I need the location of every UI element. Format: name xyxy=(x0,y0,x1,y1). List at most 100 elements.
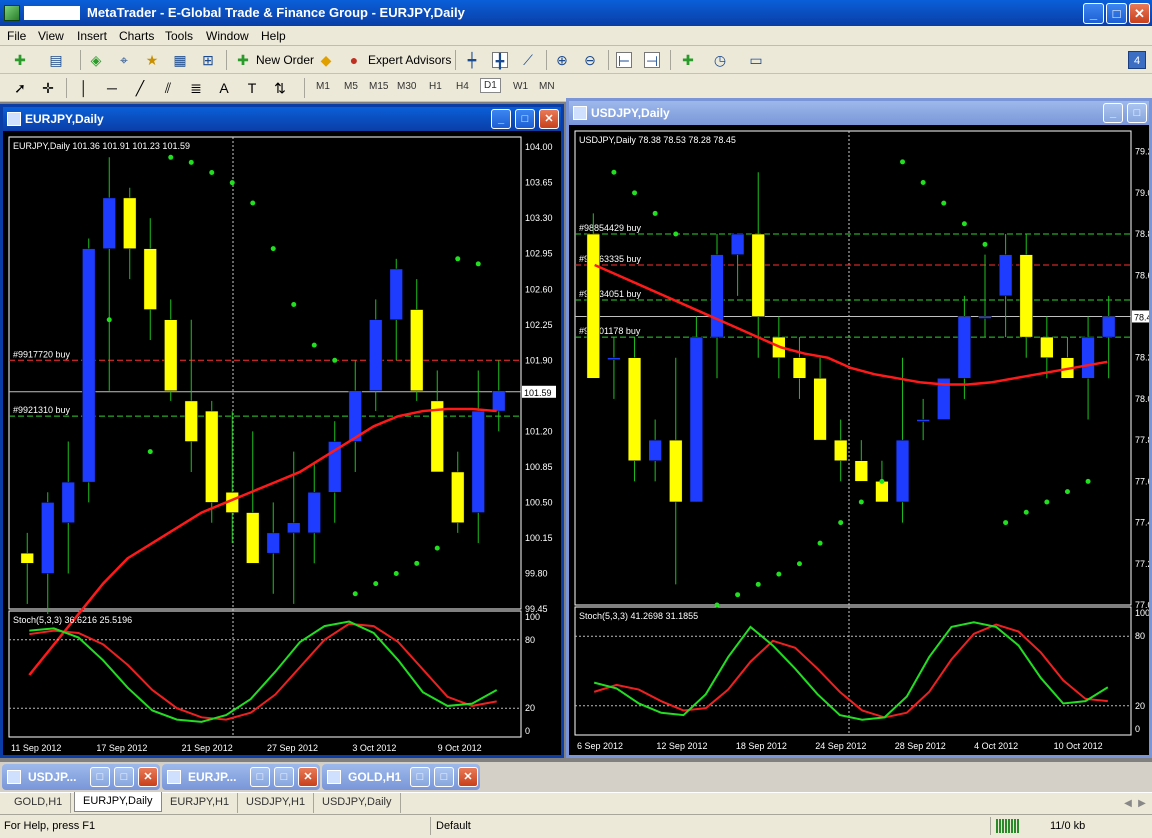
parabolic-sar-dot xyxy=(352,591,358,597)
close-button[interactable]: ✕ xyxy=(138,767,158,787)
chart-close-button[interactable]: ✕ xyxy=(539,109,559,129)
metaeditor-icon[interactable]: ◆ xyxy=(318,52,334,68)
arrows-icon[interactable]: ⇅ xyxy=(272,80,288,96)
maximize-button[interactable]: □ xyxy=(274,767,294,787)
new-order-button[interactable]: New Order xyxy=(256,53,314,67)
date-axis-label: 6 Sep 2012 xyxy=(577,741,623,751)
tab-usdjpy-daily[interactable]: USDJPY,Daily xyxy=(314,793,401,813)
menu-file[interactable]: File xyxy=(7,29,26,43)
close-button[interactable]: ✕ xyxy=(298,767,318,787)
maximize-button[interactable]: □ xyxy=(114,767,134,787)
candle-body xyxy=(123,197,137,249)
chart-maximize-button[interactable]: □ xyxy=(515,109,535,129)
indicators-icon[interactable]: ✚ xyxy=(680,52,696,68)
stoch-panel-border xyxy=(574,606,1132,736)
restore-button[interactable]: □ xyxy=(250,767,270,787)
chart-window-usdjpy[interactable]: USDJPY,Daily _ □ 79.2 79.0 78.8 78.6 78.4 78.… xyxy=(566,98,1152,758)
price-tick-label: 102.25 xyxy=(525,320,553,330)
navigator-icon[interactable]: ★ xyxy=(144,52,160,68)
usdjpy-chart-canvas[interactable]: 79.2 79.0 78.8 78.6 78.4 78.2 78.0 77.8 77.6 77.4… xyxy=(569,125,1149,755)
menu-bar: File View Insert Charts Tools Window Hel… xyxy=(0,26,1152,46)
timeframe-m30[interactable]: M30 xyxy=(397,81,416,92)
candlestick-chart-icon[interactable]: ╋ xyxy=(492,52,508,69)
chart-window-titlebar[interactable]: USDJPY,Daily _ □ xyxy=(569,101,1149,125)
maximize-button[interactable]: □ xyxy=(434,767,454,787)
templates-icon[interactable]: ▭ xyxy=(748,52,764,68)
text-label-icon[interactable]: T xyxy=(244,80,260,96)
chart-minimize-button[interactable]: _ xyxy=(491,109,511,129)
expert-advisors-button[interactable]: Expert Advisors xyxy=(368,53,451,67)
text-icon[interactable]: A xyxy=(216,80,232,96)
menu-tools[interactable]: Tools xyxy=(165,29,193,43)
timeframe-h4[interactable]: H4 xyxy=(456,81,469,92)
timeframe-m5[interactable]: M5 xyxy=(344,81,358,92)
eurjpy-chart-canvas[interactable]: 104.00 103.65 103.30 102.95 102.60 102.25 101.… xyxy=(3,131,561,755)
minimized-window-label: GOLD,H1 xyxy=(348,770,402,784)
zoom-in-icon[interactable]: ⊕ xyxy=(554,52,570,68)
order-label: #9921310 buy xyxy=(13,405,71,415)
cursor-icon[interactable]: ➚ xyxy=(12,80,28,96)
tab-usdjpy-h1[interactable]: USDJPY,H1 xyxy=(238,793,315,813)
candle-body xyxy=(875,481,889,503)
timeframe-m15[interactable]: M15 xyxy=(369,81,388,92)
minimized-window-eurjpy[interactable]: EURJP... □ □ ✕ xyxy=(162,764,320,790)
vertical-line-icon[interactable]: │ xyxy=(76,80,92,96)
strategy-tester-icon[interactable]: ⊞ xyxy=(200,52,216,68)
price-tick-label: 103.30 xyxy=(525,213,553,223)
expert-advisors-icon[interactable]: ● xyxy=(346,52,362,68)
bar-chart-icon[interactable]: ┿ xyxy=(464,52,480,68)
parabolic-sar-dot xyxy=(858,499,864,505)
menu-window[interactable]: Window xyxy=(206,29,249,43)
timeframe-m1[interactable]: M1 xyxy=(316,81,330,92)
tab-eurjpy-daily[interactable]: EURJPY,Daily xyxy=(74,792,162,812)
chart-maximize-button[interactable]: □ xyxy=(1127,103,1147,123)
trendline-icon[interactable]: ╱ xyxy=(132,80,148,96)
close-button[interactable]: ✕ xyxy=(458,767,478,787)
close-button[interactable]: ✕ xyxy=(1129,3,1150,24)
tab-gold-h1[interactable]: GOLD,H1 xyxy=(6,793,72,813)
parabolic-sar-dot xyxy=(106,317,112,323)
periods-icon[interactable]: ◷ xyxy=(712,52,728,68)
window-icon xyxy=(167,770,181,784)
price-tick-label: 77.8 xyxy=(1135,435,1149,445)
fibonacci-icon[interactable]: ≣ xyxy=(188,80,204,96)
profiles-icon[interactable]: ▤ xyxy=(48,52,64,68)
menu-view[interactable]: View xyxy=(38,29,64,43)
maximize-button[interactable]: □ xyxy=(1106,3,1127,24)
minimized-window-usdjpy[interactable]: USDJP... □ □ ✕ xyxy=(2,764,160,790)
chart-window-titlebar[interactable]: EURJPY,Daily _ □ ✕ xyxy=(3,107,561,131)
crosshair-icon[interactable]: ✛ xyxy=(40,80,56,96)
horizontal-line-icon[interactable]: ─ xyxy=(104,80,120,96)
timeframe-h1[interactable]: H1 xyxy=(429,81,442,92)
market-watch-icon[interactable]: ◈ xyxy=(88,52,104,68)
tab-scroll-right-icon[interactable]: ▶ xyxy=(1134,796,1150,812)
parabolic-sar-dot xyxy=(291,301,297,307)
auto-scroll-icon[interactable]: ⊢ xyxy=(616,52,632,69)
chart-shift-icon[interactable]: ⊣ xyxy=(644,52,660,69)
stoch-label: Stoch(5,3,3) 36.6216 25.5196 xyxy=(13,615,132,625)
minimized-window-label: EURJP... xyxy=(188,770,237,784)
menu-charts[interactable]: Charts xyxy=(119,29,154,43)
minimize-button[interactable]: _ xyxy=(1083,3,1104,24)
stoch-panel-border xyxy=(8,610,522,738)
timeframe-mn[interactable]: MN xyxy=(539,81,555,92)
new-order-icon[interactable]: ✚ xyxy=(235,52,251,68)
new-chart-icon[interactable]: ✚ xyxy=(12,52,28,68)
menu-help[interactable]: Help xyxy=(261,29,286,43)
restore-button[interactable]: □ xyxy=(410,767,430,787)
timeframe-d1[interactable]: D1 xyxy=(480,78,501,93)
tab-eurjpy-h1[interactable]: EURJPY,H1 xyxy=(162,793,239,813)
zoom-out-icon[interactable]: ⊖ xyxy=(582,52,598,68)
equidistant-channel-icon[interactable]: ⫽ xyxy=(160,80,176,96)
notification-badge[interactable]: 4 xyxy=(1128,51,1146,69)
terminal-icon[interactable]: ▦ xyxy=(172,52,188,68)
line-chart-icon[interactable]: ⟋ xyxy=(520,52,536,68)
timeframe-w1[interactable]: W1 xyxy=(513,81,528,92)
menu-insert[interactable]: Insert xyxy=(77,29,107,43)
restore-button[interactable]: □ xyxy=(90,767,110,787)
data-window-icon[interactable]: ⌖ xyxy=(116,52,132,68)
minimized-window-gold[interactable]: GOLD,H1 □ □ ✕ xyxy=(322,764,480,790)
parabolic-sar-dot xyxy=(373,581,379,587)
chart-window-eurjpy[interactable]: EURJPY,Daily _ □ ✕ 104.00 103.65 103.30 102… xyxy=(0,104,564,758)
chart-minimize-button[interactable]: _ xyxy=(1103,103,1123,123)
